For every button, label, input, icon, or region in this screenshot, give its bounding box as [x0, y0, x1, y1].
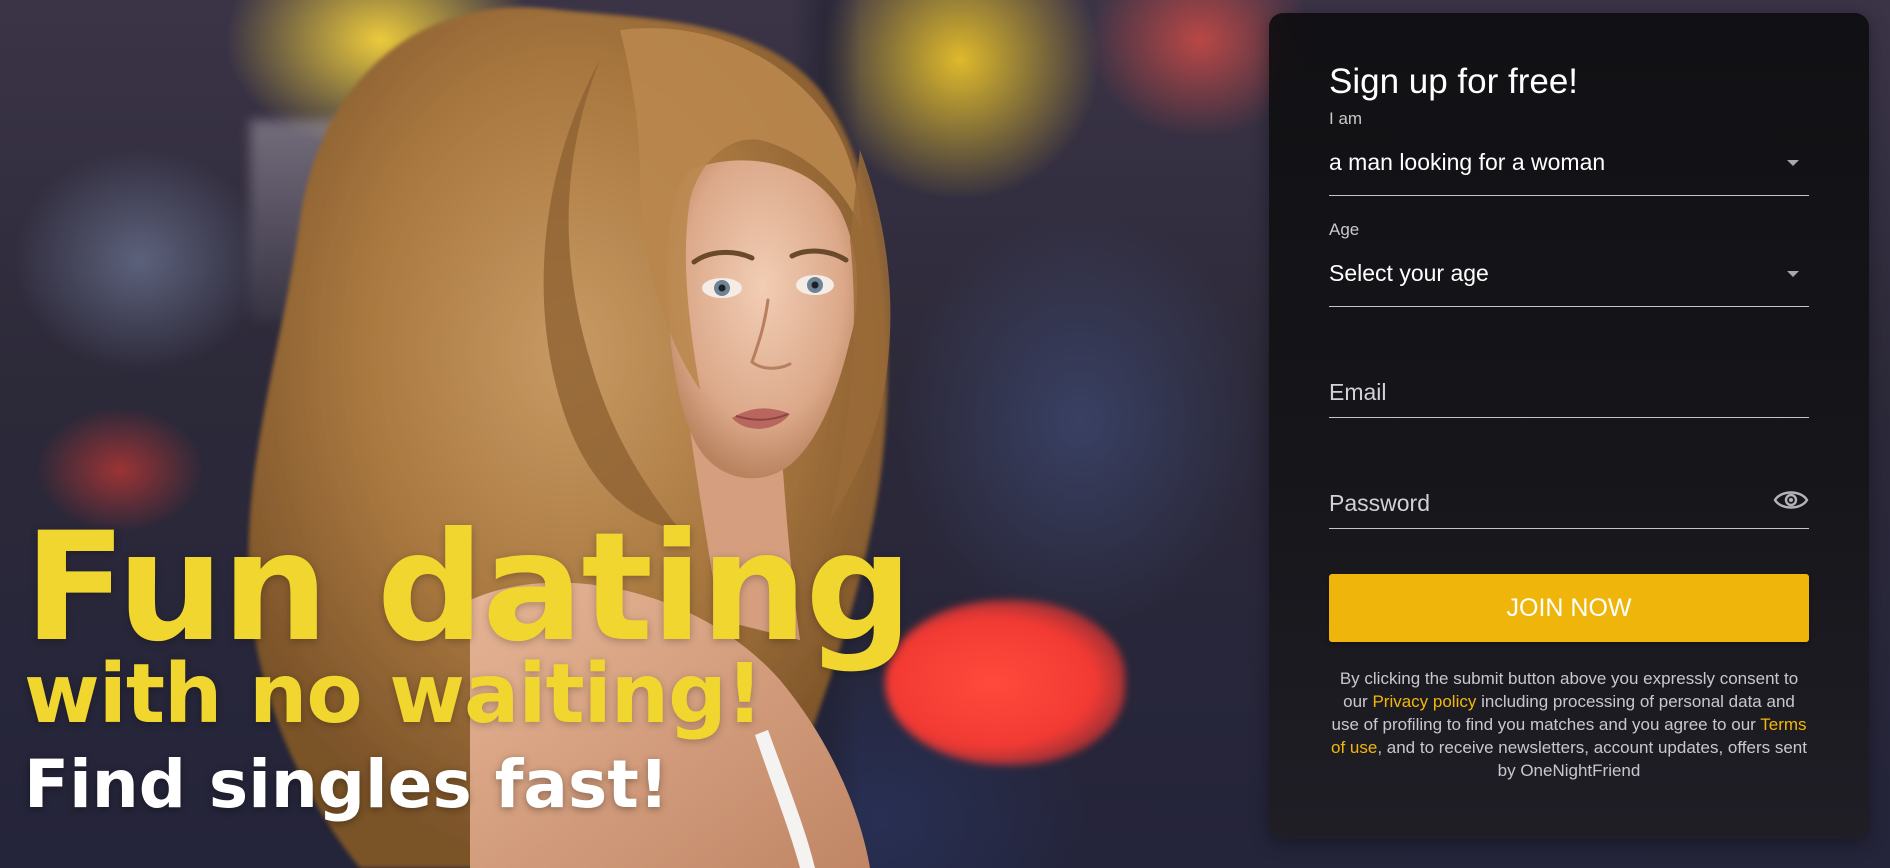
age-label: Age	[1329, 220, 1360, 239]
signup-title: Sign up for free!	[1329, 62, 1579, 101]
consent-part-3: , and to receive newsletters, account up…	[1377, 738, 1807, 780]
eye-icon[interactable]	[1773, 487, 1809, 513]
signup-panel: Sign up for free! I am a man looking for…	[1269, 13, 1869, 839]
age-value[interactable]: Select your age	[1329, 258, 1809, 288]
signup-form: Sign up for free! I am a man looking for…	[1329, 61, 1809, 782]
headline-line-1: Fun dating	[24, 501, 913, 675]
headline-line-3: Find singles fast!	[24, 746, 669, 823]
consent-text: By clicking the submit button above you …	[1329, 667, 1809, 782]
iam-select[interactable]: I am a man looking for a woman	[1329, 109, 1809, 196]
join-now-button[interactable]: JOIN NOW	[1329, 574, 1809, 642]
privacy-policy-link[interactable]: Privacy policy	[1372, 692, 1476, 711]
password-field[interactable]: Password	[1329, 442, 1809, 529]
email-placeholder[interactable]: Email	[1329, 331, 1809, 407]
iam-value[interactable]: a man looking for a woman	[1329, 147, 1809, 177]
landing-page: Fun dating with no waiting! Find singles…	[0, 0, 1890, 868]
caret-down-icon[interactable]	[1787, 160, 1799, 166]
iam-label: I am	[1329, 109, 1363, 128]
password-placeholder[interactable]: Password	[1329, 442, 1809, 518]
age-select[interactable]: Age Select your age	[1329, 220, 1809, 307]
email-field[interactable]: Email	[1329, 331, 1809, 418]
caret-down-icon[interactable]	[1787, 271, 1799, 277]
hero-headline: Fun dating with no waiting! Find singles…	[24, 501, 913, 823]
